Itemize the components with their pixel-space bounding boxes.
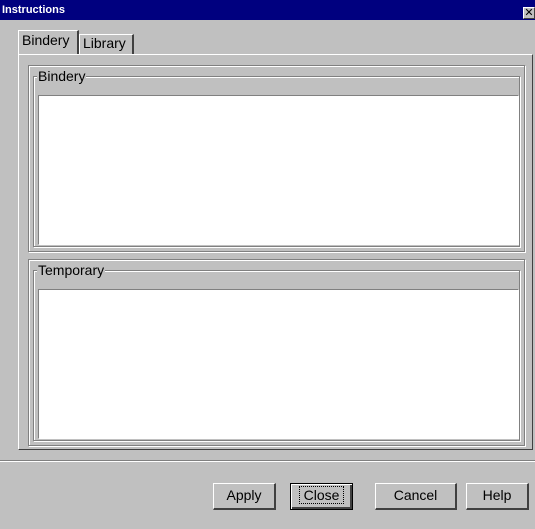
- bindery-group: Bindery: [28, 65, 525, 252]
- tab-library[interactable]: Library: [79, 34, 134, 54]
- apply-button[interactable]: Apply: [213, 483, 276, 510]
- cancel-button[interactable]: Cancel: [375, 483, 457, 510]
- close-button[interactable]: Close: [290, 483, 353, 510]
- bindery-group-label: Bindery: [37, 68, 87, 84]
- divider: [0, 460, 535, 462]
- temporary-group-label: Temporary: [37, 262, 106, 278]
- close-icon[interactable]: ✕: [523, 7, 535, 19]
- help-button[interactable]: Help: [466, 483, 529, 510]
- title-bar[interactable]: Instructions ✕: [0, 0, 535, 20]
- temporary-group: Temporary: [28, 259, 525, 446]
- tab-bindery[interactable]: Bindery: [18, 30, 79, 54]
- tab-panel: Bindery Temporary: [18, 54, 533, 450]
- bindery-text-area[interactable]: [38, 95, 519, 245]
- window-title: Instructions: [2, 4, 65, 16]
- temporary-text-area[interactable]: [38, 289, 519, 439]
- instructions-window: Instructions ✕ Bindery Library Bindery T…: [0, 0, 535, 529]
- close-button-label: Close: [298, 486, 345, 504]
